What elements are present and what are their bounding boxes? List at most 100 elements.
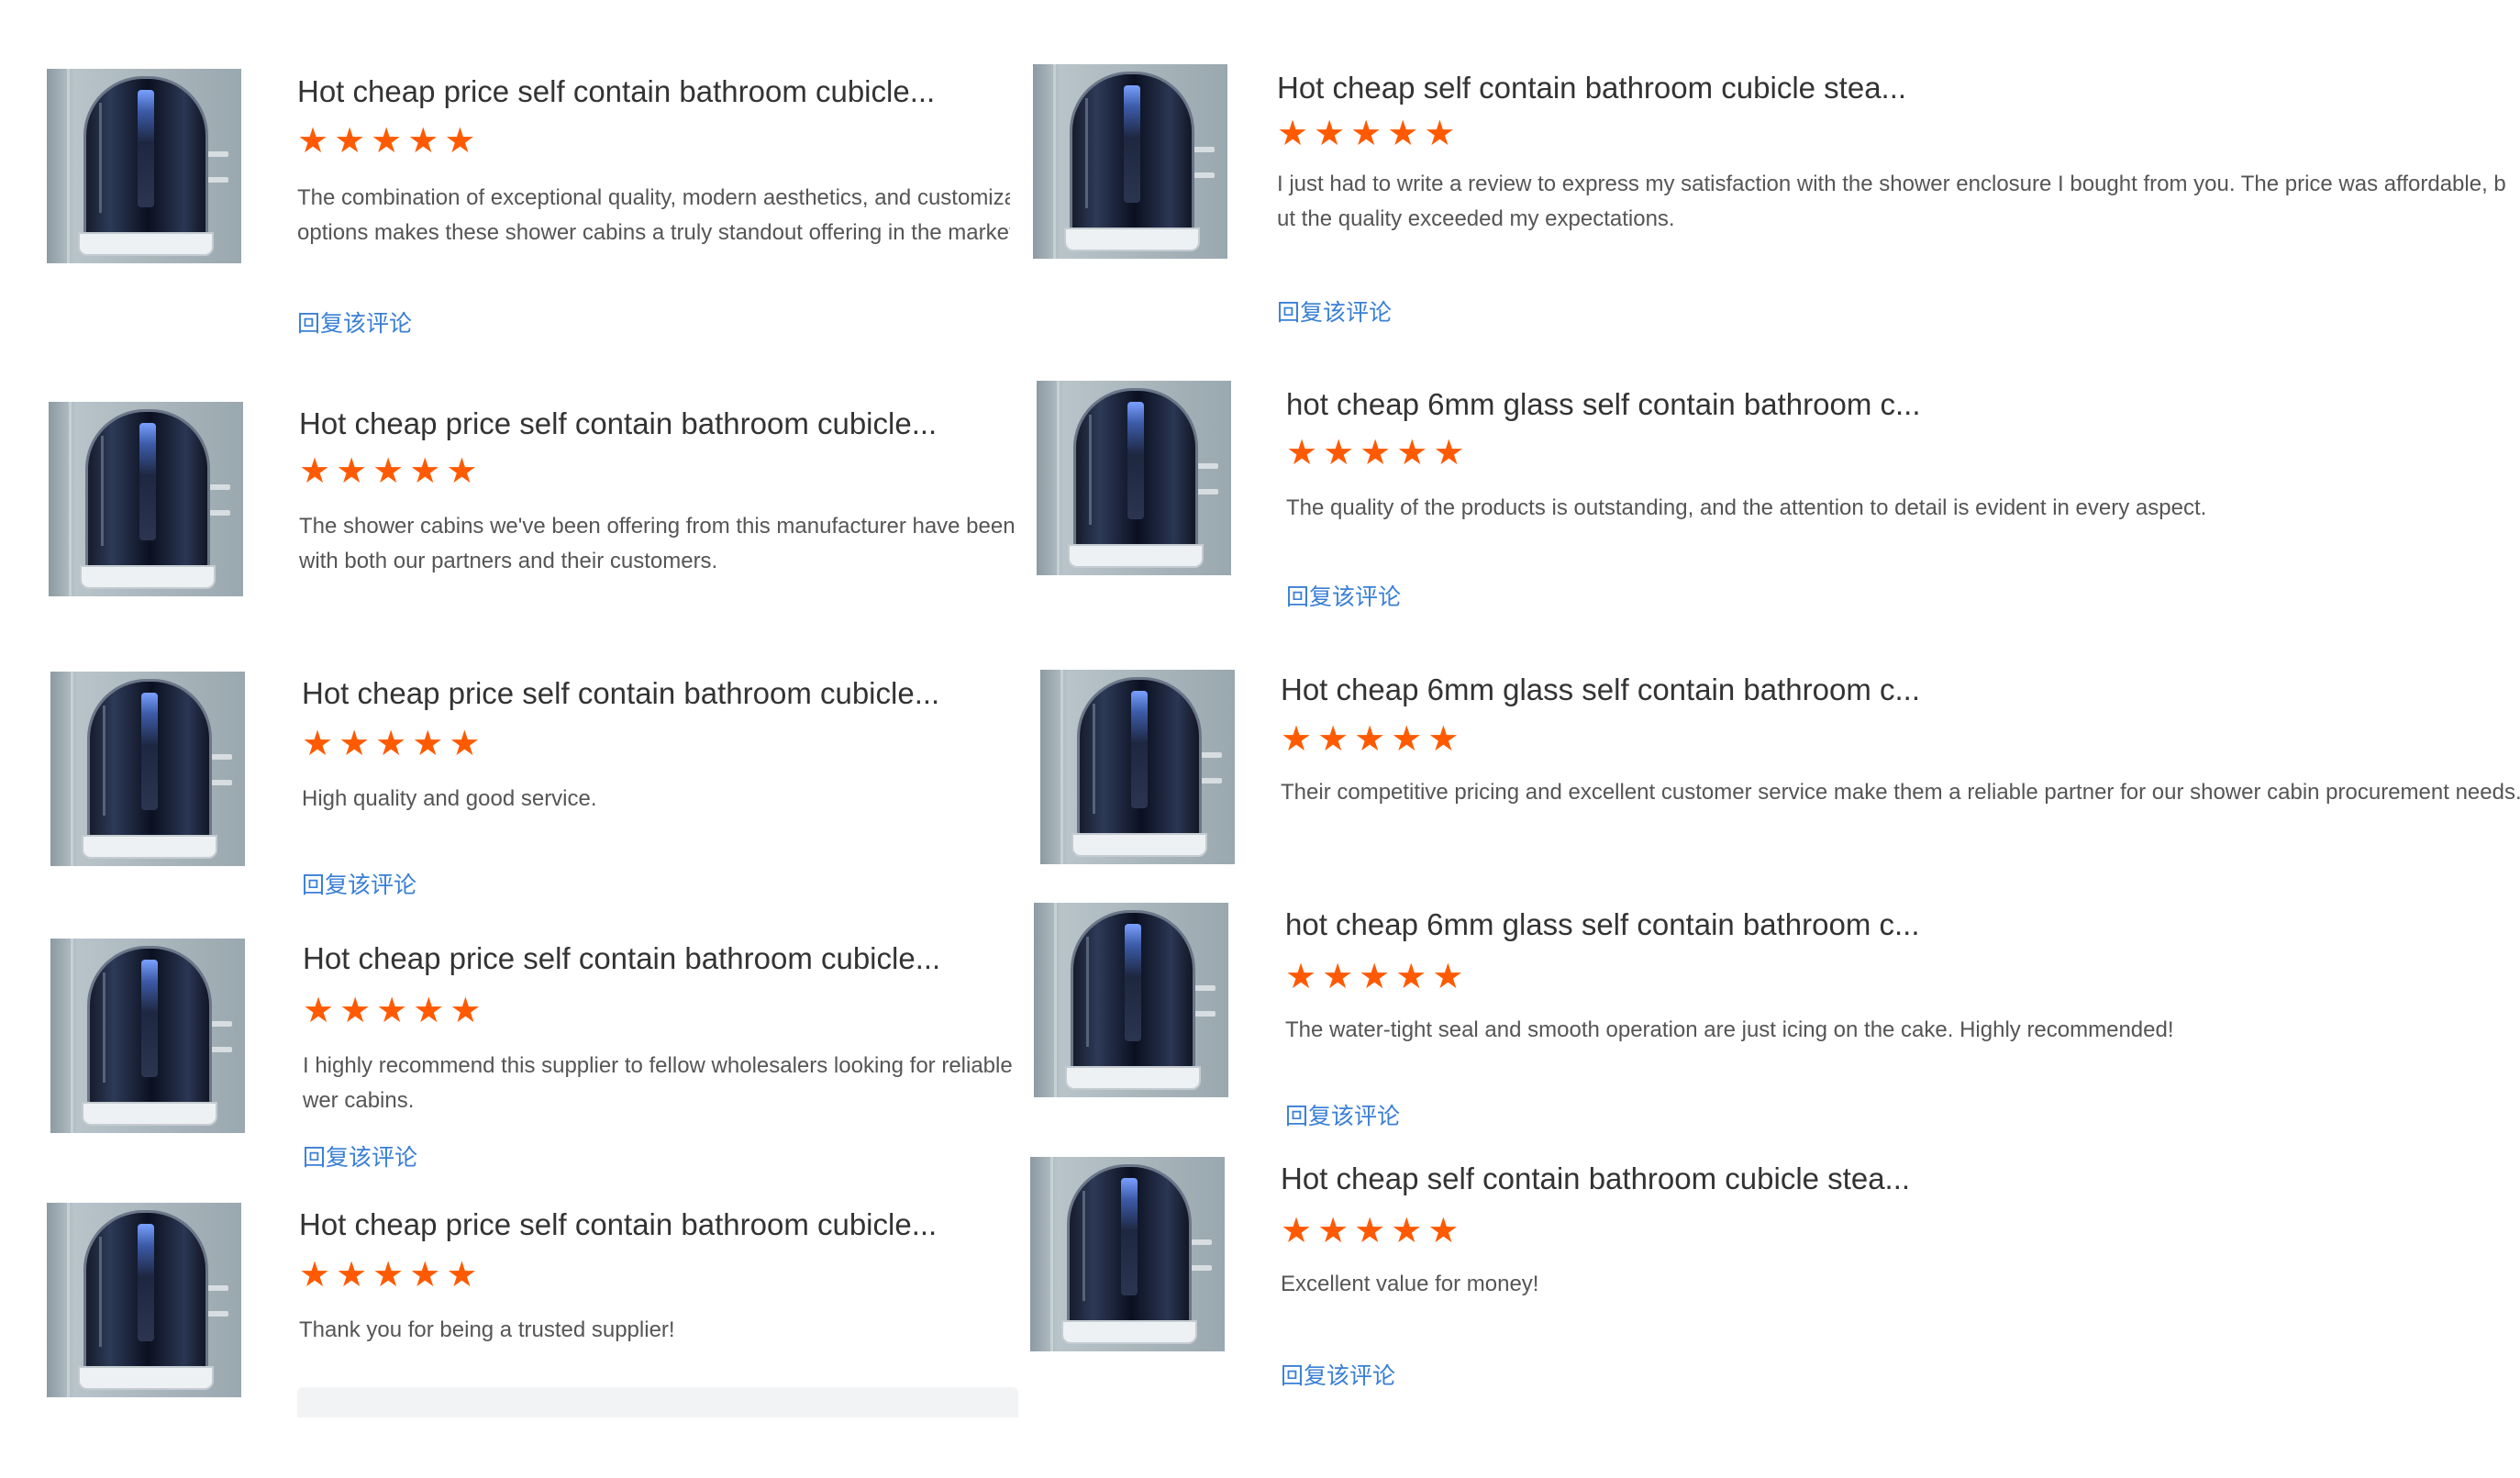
product-title-link[interactable]: hot cheap 6mm glass self contain bathroo…: [1286, 386, 1921, 423]
wall-shelf: [206, 151, 228, 157]
star-icon: ★: [1322, 956, 1354, 996]
review-card: Hot cheap self contain bathroom cubicle …: [1030, 1157, 2520, 1432]
star-icon: ★: [371, 120, 403, 161]
reply-to-review-link[interactable]: 回复该评论: [1286, 583, 1401, 611]
wall-line: [67, 69, 70, 263]
product-thumbnail[interactable]: [1037, 381, 1231, 575]
review-text: The water-tight seal and smooth operatio…: [1285, 1017, 2174, 1042]
review-text: The quality of the products is outstandi…: [1286, 495, 2207, 520]
star-icon: ★: [1427, 718, 1460, 759]
star-icon: ★: [1424, 113, 1456, 153]
star-icon: ★: [1281, 718, 1313, 759]
star-icon: ★: [372, 1254, 405, 1295]
star-icon: ★: [1323, 432, 1355, 472]
wall-shelf: [1190, 1265, 1212, 1271]
product-thumbnail[interactable]: [1033, 64, 1227, 259]
wall-line: [1050, 1157, 1053, 1351]
reply-to-review-link[interactable]: 回复该评论: [1281, 1362, 1395, 1390]
product-title-link[interactable]: Hot cheap self contain bathroom cubicle …: [1281, 1161, 1910, 1197]
shower-tray: [82, 1102, 217, 1126]
wall-line: [1057, 381, 1060, 575]
shower-tray: [82, 835, 217, 859]
product-title-link[interactable]: Hot cheap price self contain bathroom cu…: [297, 73, 935, 110]
product-title-link[interactable]: Hot cheap price self contain bathroom cu…: [302, 675, 939, 712]
star-icon: ★: [1354, 718, 1386, 759]
shower-tray: [80, 565, 216, 589]
wall-line: [1060, 670, 1063, 864]
shower-cabin-image: [83, 76, 208, 235]
review-text: The shower cabins we've been offering fr…: [299, 514, 1014, 573]
star-icon: ★: [303, 990, 335, 1030]
wall-shelf: [208, 510, 230, 516]
star-icon: ★: [339, 723, 371, 763]
star-icon: ★: [299, 450, 331, 491]
product-thumbnail[interactable]: [47, 69, 241, 263]
star-icon: ★: [1285, 956, 1317, 996]
reply-to-review-link[interactable]: 回复该评论: [302, 872, 416, 899]
product-title-link[interactable]: Hot cheap price self contain bathroom cu…: [299, 1206, 937, 1243]
rating-stars: ★ ★ ★ ★ ★: [1286, 434, 1464, 471]
reply-to-review-link[interactable]: 回复该评论: [1285, 1103, 1400, 1130]
star-icon: ★: [413, 990, 445, 1030]
star-icon: ★: [1277, 113, 1309, 153]
review-text: High quality and good service.: [302, 786, 597, 811]
shower-tray: [78, 232, 214, 256]
wall-shelf: [1200, 778, 1222, 783]
product-title-link[interactable]: Hot cheap price self contain bathroom cu…: [299, 406, 937, 442]
star-icon: ★: [407, 120, 439, 161]
star-icon: ★: [372, 450, 405, 491]
product-thumbnail[interactable]: [1030, 1157, 1225, 1351]
review-text: I highly recommend this supplier to fell…: [303, 1053, 1016, 1113]
shower-cabin-image: [1070, 72, 1194, 230]
star-icon: ★: [336, 1254, 368, 1295]
product-title-link[interactable]: Hot cheap self contain bathroom cubicle …: [1277, 70, 1906, 106]
review-card: Hot cheap price self contain bathroom cu…: [50, 939, 1016, 1214]
review-text: Thank you for being a trusted supplier!: [299, 1317, 675, 1342]
wall-shelf: [210, 780, 232, 785]
shower-cabin-image: [1077, 677, 1202, 836]
review-card: Hot cheap price self contain bathroom cu…: [49, 402, 1014, 677]
shower-cabin-image: [85, 409, 210, 568]
rating-stars: ★ ★ ★ ★ ★: [299, 1256, 477, 1293]
rating-stars: ★ ★ ★ ★ ★: [299, 452, 477, 489]
product-title-link[interactable]: Hot cheap 6mm glass self contain bathroo…: [1281, 672, 1920, 708]
wall-shelf: [1193, 985, 1216, 991]
star-icon: ★: [450, 990, 482, 1030]
star-icon: ★: [1391, 1210, 1423, 1250]
reply-to-review-link[interactable]: 回复该评论: [303, 1144, 417, 1172]
wall-shelf: [1196, 463, 1218, 469]
star-icon: ★: [1359, 956, 1391, 996]
wall-shelf: [210, 754, 232, 760]
wall-shelf: [1193, 172, 1215, 178]
shower-tray: [78, 1366, 214, 1390]
wall-shelf: [206, 1285, 228, 1291]
product-title-link[interactable]: Hot cheap price self contain bathroom cu…: [303, 940, 940, 977]
star-icon: ★: [1354, 1210, 1386, 1250]
wall-shelf: [1190, 1239, 1212, 1245]
wall-line: [69, 402, 72, 596]
star-icon: ★: [334, 120, 366, 161]
product-title-link[interactable]: hot cheap 6mm glass self contain bathroo…: [1285, 906, 1920, 943]
star-icon: ★: [1350, 113, 1382, 153]
wall-shelf: [206, 177, 228, 183]
star-icon: ★: [1433, 432, 1465, 472]
product-thumbnail[interactable]: [47, 1203, 241, 1397]
wall-shelf: [1193, 147, 1215, 152]
star-icon: ★: [376, 990, 408, 1030]
product-thumbnail[interactable]: [1034, 903, 1228, 1097]
reply-to-review-link[interactable]: 回复该评论: [297, 310, 412, 338]
wall-line: [1053, 64, 1056, 259]
product-thumbnail[interactable]: [49, 402, 243, 596]
star-icon: ★: [299, 1254, 331, 1295]
product-thumbnail[interactable]: [50, 939, 245, 1133]
star-icon: ★: [1317, 1210, 1349, 1250]
star-icon: ★: [1360, 432, 1392, 472]
product-thumbnail[interactable]: [50, 672, 245, 866]
shower-tray: [1064, 228, 1200, 251]
product-thumbnail[interactable]: [1040, 670, 1235, 864]
star-icon: ★: [1314, 113, 1346, 153]
reply-to-review-link[interactable]: 回复该评论: [1277, 299, 1392, 327]
star-icon: ★: [302, 723, 334, 763]
bottom-panel: [297, 1387, 1018, 1417]
review-text: Excellent value for money!: [1281, 1272, 1539, 1296]
